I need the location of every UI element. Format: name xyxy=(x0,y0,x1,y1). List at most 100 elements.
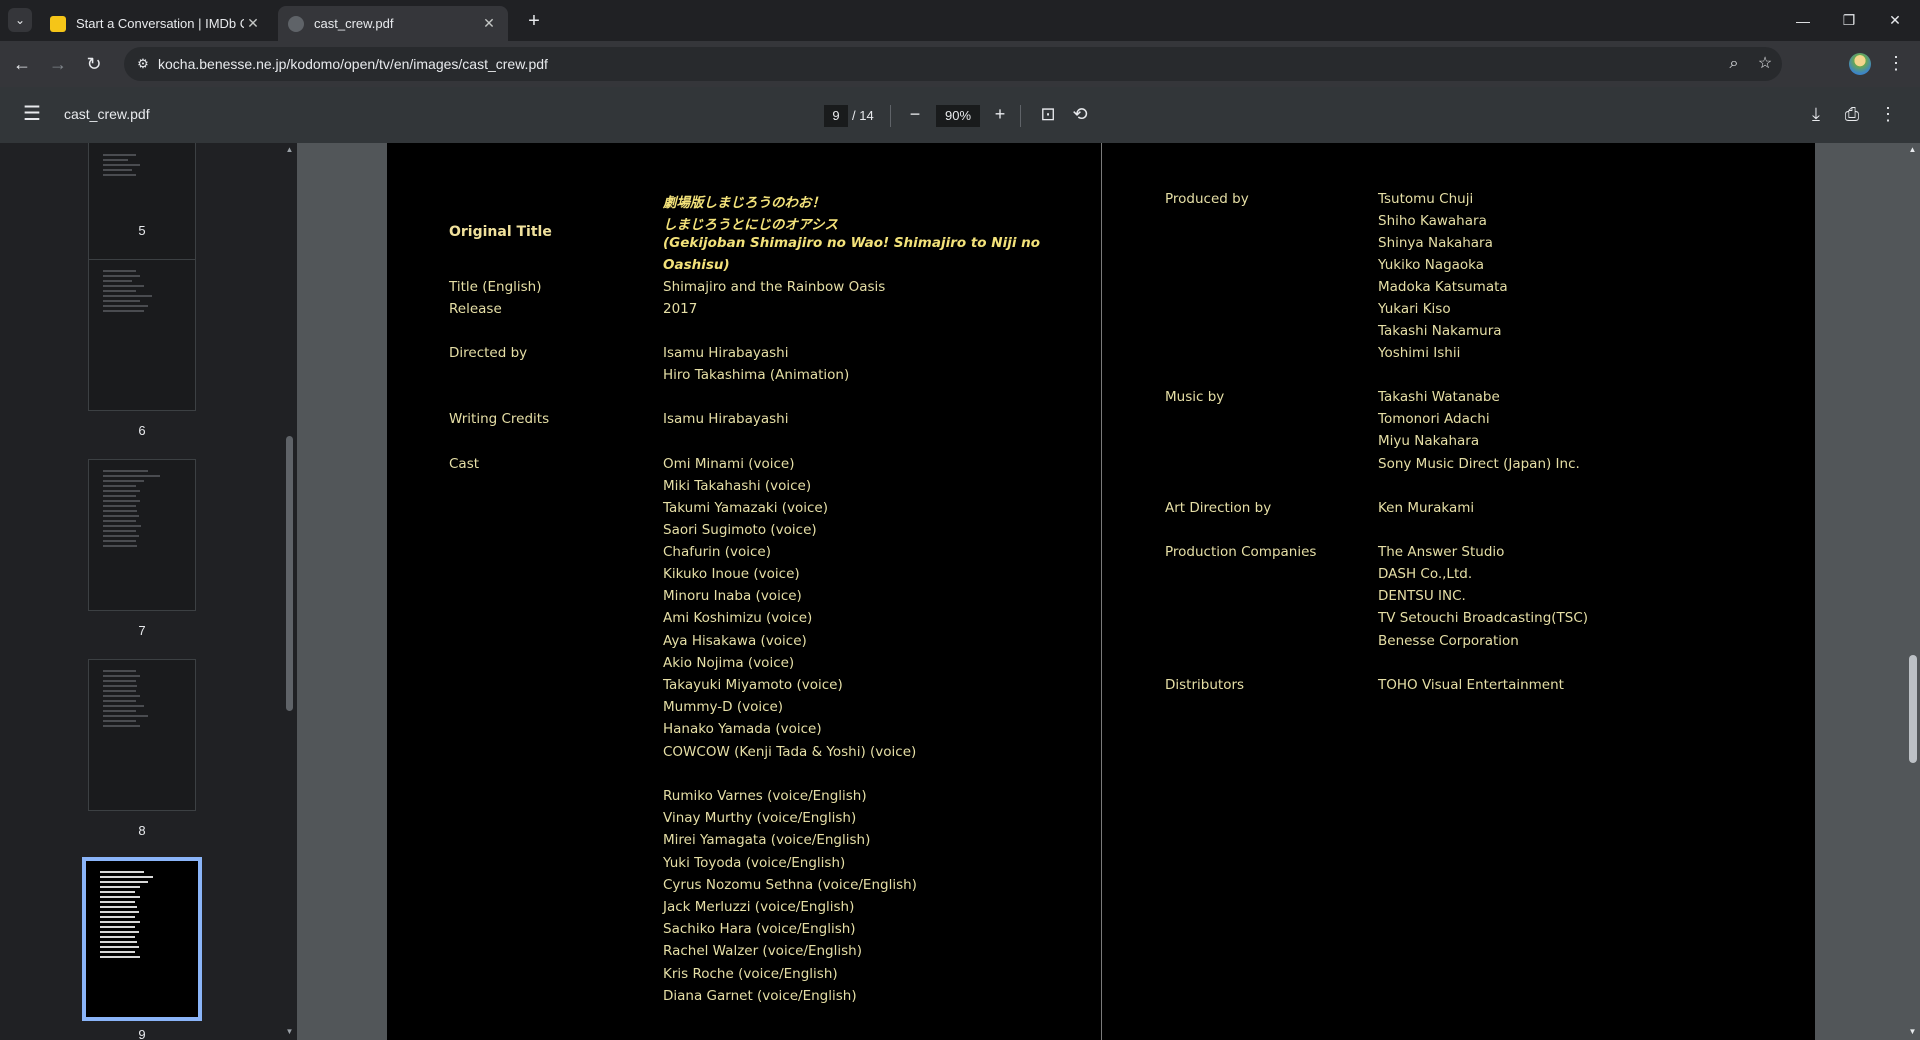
page-thumbnail-7[interactable] xyxy=(88,459,196,611)
document-scrollbar[interactable]: ▲ ▼ xyxy=(1905,143,1920,1040)
pdf-viewport: Original Title 劇場版しまじろうのわお！ しまじろうとにじのオアシ… xyxy=(297,143,1905,1040)
scrollbar-thumb[interactable] xyxy=(1909,655,1917,763)
page-thumbnail-8[interactable] xyxy=(88,659,196,811)
company: The Answer Studio xyxy=(1378,544,1505,560)
directed-value: Isamu Hirabayashi xyxy=(663,345,789,361)
producer: Shinya Nakahara xyxy=(1378,235,1493,251)
globe-icon xyxy=(288,15,304,32)
tab-imdb[interactable]: Start a Conversation | IMDb Co ✕ xyxy=(40,6,272,41)
cast-member: Minoru Inaba (voice) xyxy=(663,588,802,604)
distributor: TOHO Visual Entertainment xyxy=(1378,677,1564,693)
cast-member: Takumi Yamazaki (voice) xyxy=(663,500,828,516)
download-icon[interactable]: ⤓ xyxy=(1804,103,1828,127)
close-window-button[interactable]: ✕ xyxy=(1872,0,1918,41)
scrollbar-thumb[interactable] xyxy=(286,436,293,711)
close-icon[interactable]: ✕ xyxy=(244,15,262,32)
site-info-icon[interactable]: ⚙ xyxy=(134,55,152,73)
imdb-icon xyxy=(50,15,66,32)
cast-member-english: Yuki Toyoda (voice/English) xyxy=(663,855,846,871)
company: Benesse Corporation xyxy=(1378,633,1519,649)
zoom-in-button[interactable]: + xyxy=(988,103,1012,127)
cast-member: Miki Takahashi (voice) xyxy=(663,478,812,494)
sidebar-menu-icon[interactable]: ☰ xyxy=(20,103,44,127)
scroll-down-icon[interactable]: ▼ xyxy=(285,1027,294,1036)
cast-member-english: Diana Garnet (voice/English) xyxy=(663,988,857,1004)
cast-label: Cast xyxy=(449,456,480,472)
address-bar[interactable]: ⚙ kocha.benesse.ne.jp/kodomo/open/tv/en/… xyxy=(124,47,1782,81)
browser-menu-icon[interactable]: ⋮ xyxy=(1886,53,1906,75)
company: DASH Co.,Ltd. xyxy=(1378,566,1473,582)
music-credit: Sony Music Direct (Japan) Inc. xyxy=(1378,456,1580,472)
zoom-input[interactable]: 90% xyxy=(936,105,980,127)
cast-member: Hanako Yamada (voice) xyxy=(663,721,822,737)
producer: Yukari Kiso xyxy=(1378,301,1451,317)
writing-value: Isamu Hirabayashi xyxy=(663,411,789,427)
pdf-filename: cast_crew.pdf xyxy=(64,106,150,122)
tab-title: Start a Conversation | IMDb Co xyxy=(76,16,244,31)
cast-member: Ami Koshimizu (voice) xyxy=(663,610,813,626)
page-total: / 14 xyxy=(852,108,874,123)
minimize-button[interactable]: — xyxy=(1780,0,1826,41)
companies-label: Production Companies xyxy=(1165,544,1317,560)
page-thumbnail-5[interactable] xyxy=(88,143,196,265)
cast-member: Saori Sugimoto (voice) xyxy=(663,522,817,538)
cast-member: Kikuko Inoue (voice) xyxy=(663,566,800,582)
page-thumbnail-6[interactable] xyxy=(88,259,196,411)
zoom-out-button[interactable]: − xyxy=(903,103,927,127)
zoom-icon[interactable]: ⌕ xyxy=(1724,54,1744,74)
company: DENTSU INC. xyxy=(1378,588,1466,604)
producer: Tsutomu Chuji xyxy=(1378,191,1474,207)
rotate-icon[interactable]: ⟲ xyxy=(1068,103,1092,127)
sidebar-scrollbar[interactable]: ▲ ▼ xyxy=(282,143,297,1040)
browser-toolbar: ← → ↻ ⚙ kocha.benesse.ne.jp/kodomo/open/… xyxy=(0,41,1920,87)
producer: Takashi Nakamura xyxy=(1378,323,1502,339)
music-credit: Tomonori Adachi xyxy=(1378,411,1490,427)
producer: Yoshimi Ishii xyxy=(1378,345,1461,361)
scroll-up-icon[interactable]: ▲ xyxy=(1908,145,1917,154)
art-label: Art Direction by xyxy=(1165,500,1272,516)
more-options-icon[interactable]: ⋮ xyxy=(1876,103,1900,127)
music-credit: Miyu Nakahara xyxy=(1378,433,1480,449)
cast-member: Aya Hisakawa (voice) xyxy=(663,633,807,649)
page-thumbnail-9[interactable] xyxy=(82,857,202,1021)
forward-button[interactable]: → xyxy=(44,50,72,78)
scroll-up-icon[interactable]: ▲ xyxy=(285,145,294,154)
producer: Shiho Kawahara xyxy=(1378,213,1487,229)
cast-member: Akio Nojima (voice) xyxy=(663,655,795,671)
art-value: Ken Murakami xyxy=(1378,500,1475,516)
bookmark-star-icon[interactable]: ☆ xyxy=(1755,54,1775,74)
url-text[interactable]: kocha.benesse.ne.jp/kodomo/open/tv/en/im… xyxy=(158,56,548,72)
print-icon[interactable]: ⎙ xyxy=(1840,103,1864,127)
title-english-value: Shimajiro and the Rainbow Oasis xyxy=(663,279,886,295)
cast-member: Mummy-D (voice) xyxy=(663,699,784,715)
scroll-down-icon[interactable]: ▼ xyxy=(1908,1027,1917,1036)
tab-search-button[interactable]: ⌄ xyxy=(8,8,32,32)
fit-page-icon[interactable]: ⊡ xyxy=(1036,103,1060,127)
cast-member-english: Rachel Walzer (voice/English) xyxy=(663,943,862,959)
directed-value: Hiro Takashima (Animation) xyxy=(663,367,850,383)
new-tab-button[interactable]: + xyxy=(520,8,548,36)
page-number-input[interactable]: 9 xyxy=(824,105,848,127)
restore-button[interactable]: ❐ xyxy=(1826,0,1872,41)
tab-cast-crew-pdf[interactable]: cast_crew.pdf ✕ xyxy=(278,6,508,41)
original-title-line: 劇場版しまじろうのわお！ xyxy=(663,195,825,211)
reload-button[interactable]: ↻ xyxy=(80,50,108,78)
title-english-label: Title (English) xyxy=(449,279,542,295)
toolbar-divider xyxy=(890,105,891,127)
back-button[interactable]: ← xyxy=(8,50,36,78)
cast-member-english: Kris Roche (voice/English) xyxy=(663,966,838,982)
cast-member: Takayuki Miyamoto (voice) xyxy=(663,677,843,693)
tab-strip: ⌄ Start a Conversation | IMDb Co ✕ cast_… xyxy=(0,0,1920,41)
thumbnail-number: 5 xyxy=(138,223,146,238)
distributors-label: Distributors xyxy=(1165,677,1245,693)
cast-member-english: Vinay Murthy (voice/English) xyxy=(663,810,857,826)
column-divider xyxy=(1101,143,1102,1040)
thumbnail-sidebar: 5 6 7 8 9 xyxy=(0,143,282,1040)
thumbnail-number: 7 xyxy=(138,623,146,638)
profile-avatar[interactable] xyxy=(1849,53,1871,75)
cast-member-english: Sachiko Hara (voice/English) xyxy=(663,921,856,937)
cast-member: COWCOW (Kenji Tada & Yoshi) (voice) xyxy=(663,744,917,760)
cast-member-english: Mirei Yamagata (voice/English) xyxy=(663,832,871,848)
close-icon[interactable]: ✕ xyxy=(480,15,498,32)
pdf-page: Original Title 劇場版しまじろうのわお！ しまじろうとにじのオアシ… xyxy=(387,143,1815,1040)
